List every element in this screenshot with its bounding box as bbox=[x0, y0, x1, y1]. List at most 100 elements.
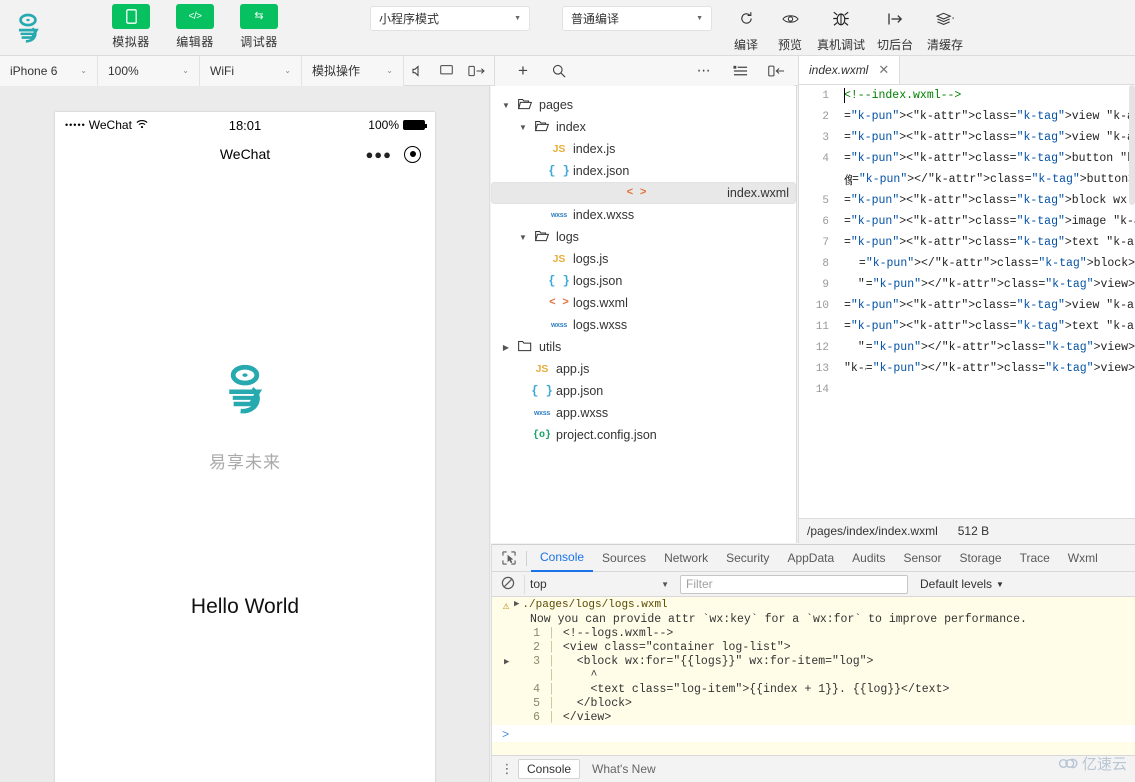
snippet-line: 6 | </view> bbox=[492, 711, 1135, 725]
app-root: 模拟器 </> 编辑器 ⇆ 调试器 小程序模式 ▼ 普通编译 ▼ 编译 预览 真… bbox=[0, 0, 1135, 782]
toggle-debugger[interactable]: ⇆ 调试器 bbox=[232, 4, 286, 50]
chevron-down-icon: ▼ bbox=[696, 15, 703, 22]
js-file-icon: JS bbox=[535, 363, 549, 375]
real-device-debug-button[interactable]: 真机调试 bbox=[812, 6, 870, 53]
tree-node-logs[interactable]: ▼ logs bbox=[491, 226, 796, 248]
chevron-down-icon: ⌄ bbox=[80, 66, 87, 75]
tree-node-index-js[interactable]: ▸ JS index.js bbox=[491, 138, 796, 160]
collapse-panel-icon[interactable] bbox=[758, 56, 794, 86]
tree-node-index-wxml[interactable]: ▸ < > index.wxml bbox=[491, 182, 796, 204]
add-file-icon[interactable]: + bbox=[505, 56, 541, 86]
tree-node-utils[interactable]: ▶ utils bbox=[491, 336, 796, 358]
chevron-down-icon[interactable]: ▼ bbox=[516, 123, 530, 132]
background-button[interactable]: 切后台 bbox=[870, 6, 920, 53]
tree-node-app-wxss[interactable]: ▸ wxss app.wxss bbox=[491, 402, 796, 424]
line-number: 9 bbox=[822, 278, 829, 291]
devtools-tab-storage[interactable]: Storage bbox=[951, 545, 1011, 572]
drawer-tab-what-s-new[interactable]: What's New bbox=[584, 760, 664, 778]
folder-open-icon bbox=[530, 120, 554, 135]
clear-console-icon[interactable] bbox=[498, 576, 518, 593]
context-select[interactable]: top ▼ bbox=[524, 574, 674, 594]
tree-node-app-js[interactable]: ▸ JS app.js bbox=[491, 358, 796, 380]
tree-node-project-config-json[interactable]: ▸{o} project.config.json bbox=[491, 424, 796, 446]
tree-node-pages[interactable]: ▼ pages bbox=[491, 94, 796, 116]
toggle-editor[interactable]: </> 编辑器 bbox=[168, 4, 222, 50]
tree-node-index-json[interactable]: ▸{ }index.json bbox=[491, 160, 796, 182]
devtools-tab-appdata[interactable]: AppData bbox=[778, 545, 843, 572]
expand-arrow-icon[interactable]: ▶ bbox=[514, 599, 519, 609]
compile-mode-select[interactable]: 普通编译 ▼ bbox=[562, 6, 712, 31]
close-icon[interactable]: ✕ bbox=[878, 62, 889, 78]
mode-select-value: 小程序模式 bbox=[379, 12, 440, 26]
expand-arrow-icon[interactable]: ▶ bbox=[504, 655, 509, 669]
network-select[interactable]: WiFi ⌄ bbox=[200, 55, 302, 86]
line-code: "k-attr">class bbox=[838, 110, 844, 123]
chevron-down-icon[interactable]: ▼ bbox=[499, 101, 513, 110]
console-warning-row[interactable]: ⚠ ▶ ./pages/logs/logs.wxml bbox=[492, 597, 1135, 613]
tree-arrow-spacer: ▸ bbox=[516, 431, 530, 440]
cursor-select-icon[interactable] bbox=[496, 545, 522, 572]
devtools-tab-sensor[interactable]: Sensor bbox=[895, 545, 951, 572]
log-levels-select[interactable]: Default levels ▼ bbox=[920, 577, 1004, 591]
devtools-tab-trace[interactable]: Trace bbox=[1011, 545, 1059, 572]
devtools-tab-sources[interactable]: Sources bbox=[593, 545, 655, 572]
device-select[interactable]: iPhone 6 ⌄ bbox=[0, 55, 98, 86]
wxml-file-icon: < > bbox=[549, 297, 569, 309]
console-output[interactable]: ⚠ ▶ ./pages/logs/logs.wxml Now you can p… bbox=[492, 597, 1135, 757]
editor-tab-index-wxml[interactable]: index.wxml ✕ bbox=[799, 56, 901, 84]
tree-arrow-spacer: ▸ bbox=[516, 409, 530, 418]
toggle-debugger-label: 调试器 bbox=[240, 35, 278, 49]
json-file-icon: { } bbox=[548, 274, 570, 288]
mode-select[interactable]: 小程序模式 ▼ bbox=[370, 6, 530, 31]
devtools-tab-audits[interactable]: Audits bbox=[843, 545, 894, 572]
devtools-tabbar: Console Sources Network Security AppData Audi… bbox=[492, 545, 1135, 572]
drawer-tab-console[interactable]: Console bbox=[518, 759, 581, 779]
compile-button[interactable]: 编译 bbox=[724, 6, 768, 53]
tree-node-app-json[interactable]: ▸{ }app.json bbox=[491, 380, 796, 402]
toggle-simulator[interactable]: 模拟器 bbox=[104, 4, 158, 50]
log-levels-label: Default levels bbox=[920, 577, 993, 591]
editor-code-area[interactable]: 1<!--index.wxml-->2"k-attr">class="k-pun… bbox=[799, 85, 1135, 543]
drawer-menu-icon[interactable]: ⋮ bbox=[496, 761, 518, 777]
preview-button[interactable]: 预览 bbox=[768, 6, 812, 53]
tree-node-index-wxss[interactable]: ▸ wxss index.wxss bbox=[491, 204, 796, 226]
target-icon[interactable] bbox=[404, 145, 421, 163]
more-dots-icon[interactable]: ●●● bbox=[365, 147, 392, 162]
devtools-tab-network[interactable]: Network bbox=[655, 545, 717, 572]
tree-node-index[interactable]: ▼ index bbox=[491, 116, 796, 138]
rotate-icon[interactable] bbox=[460, 56, 494, 86]
console-filter-bar: top ▼ Default levels ▼ bbox=[492, 572, 1135, 597]
console-filter-input[interactable] bbox=[680, 574, 908, 594]
tree-node-logs-js[interactable]: ▸ JS logs.js bbox=[491, 248, 796, 270]
more-icon[interactable]: ⋯ bbox=[686, 56, 722, 86]
screen-icon[interactable] bbox=[432, 56, 460, 86]
tree-node-logs-json[interactable]: ▸{ }logs.json bbox=[491, 270, 796, 292]
chevron-down-icon[interactable]: ▼ bbox=[516, 233, 530, 242]
mode-select-wrap: 小程序模式 ▼ bbox=[370, 0, 530, 31]
devtools-tab-security[interactable]: Security bbox=[717, 545, 778, 572]
line-code: "k-attr">class bbox=[838, 320, 844, 333]
devtools-tab-wxml[interactable]: Wxml bbox=[1059, 545, 1107, 572]
console-prompt-row[interactable]: > bbox=[492, 725, 1135, 742]
file-tree[interactable]: ▼pages▼index▸JSindex.js▸{ }index.json▸< … bbox=[491, 86, 797, 543]
operation-select[interactable]: 模拟操作 ⌄ bbox=[302, 55, 404, 86]
config-file-icon: {o} bbox=[532, 429, 551, 441]
search-icon[interactable] bbox=[541, 56, 577, 86]
simulator-panel: ••••• WeChat 18:01 100% WeChat ●●● 易享未来 … bbox=[0, 86, 490, 782]
devtools-tab-console[interactable]: Console bbox=[531, 545, 594, 572]
editor-scrollbar[interactable] bbox=[1129, 85, 1135, 205]
tree-node-logs-wxml[interactable]: ▸< > logs.wxml bbox=[491, 292, 796, 314]
capsule-buttons: ●●● bbox=[365, 145, 421, 163]
search-glyph bbox=[552, 64, 566, 77]
phone-glyph bbox=[125, 9, 137, 24]
chevron-right-icon[interactable]: ▶ bbox=[499, 343, 513, 352]
mute-icon[interactable] bbox=[404, 56, 432, 86]
clear-cache-button[interactable]: 清缓存 bbox=[920, 6, 970, 53]
warning-icon: ⚠ bbox=[502, 601, 510, 613]
editor-line: 4 "k-attr">class="k-pun"><"k-attr">class… bbox=[799, 148, 1135, 169]
action-group: 普通编译 ▼ 编译 预览 真机调试 切后台 清缓存 bbox=[562, 0, 970, 53]
editor-line: 8 "k-attr">class="k-pun"></"k-attr">clas… bbox=[799, 253, 1135, 274]
tree-node-logs-wxss[interactable]: ▸ wxss logs.wxss bbox=[491, 314, 796, 336]
zoom-select[interactable]: 100% ⌄ bbox=[98, 55, 200, 86]
outline-icon[interactable] bbox=[722, 56, 758, 86]
